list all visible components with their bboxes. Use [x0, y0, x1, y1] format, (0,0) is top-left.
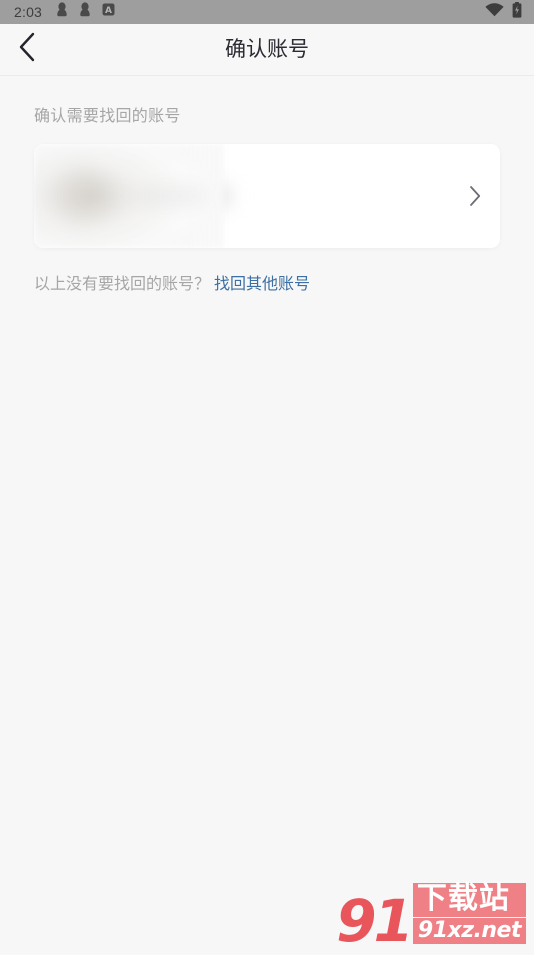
site-watermark: 91 下载站 91xz.net — [336, 883, 526, 955]
status-clock: 2:03 — [14, 4, 43, 20]
svg-text:A: A — [105, 6, 112, 16]
qq-notification-icon — [79, 2, 91, 22]
recover-other-account-link[interactable]: 找回其他账号 — [214, 270, 310, 294]
section-label: 确认需要找回的账号 — [34, 108, 181, 125]
recover-prompt-text: 以上没有要找回的账号？ — [34, 276, 211, 293]
watermark-text-group: 下载站 91xz.net — [412, 883, 526, 944]
wifi-icon — [485, 2, 504, 22]
app-header: 确认账号 — [0, 24, 534, 76]
watermark-url-text: 91xz.net — [412, 917, 526, 944]
avatar — [48, 165, 110, 227]
qq-notification-icon — [56, 2, 68, 22]
main-content: 确认需要找回的账号 以上没有要找回的账号？ 找回其他账号 — [0, 102, 534, 294]
account-nickname-redacted — [136, 185, 232, 207]
watermark-logo-number: 91 — [336, 887, 414, 955]
chevron-left-icon — [17, 31, 37, 68]
status-system-icons — [485, 1, 522, 23]
chevron-right-icon[interactable] — [469, 185, 482, 207]
recover-other-row: 以上没有要找回的账号？ 找回其他账号 — [34, 270, 534, 294]
watermark-cn-text: 下载站 — [412, 883, 526, 917]
back-button[interactable] — [0, 24, 54, 75]
page-title: 确认账号 — [225, 38, 309, 61]
status-notification-icons: A — [56, 2, 115, 22]
status-bar: 2:03 A — [0, 0, 534, 24]
battery-charging-icon — [512, 1, 522, 23]
letter-a-badge-icon: A — [102, 3, 115, 21]
account-card[interactable] — [34, 144, 500, 248]
